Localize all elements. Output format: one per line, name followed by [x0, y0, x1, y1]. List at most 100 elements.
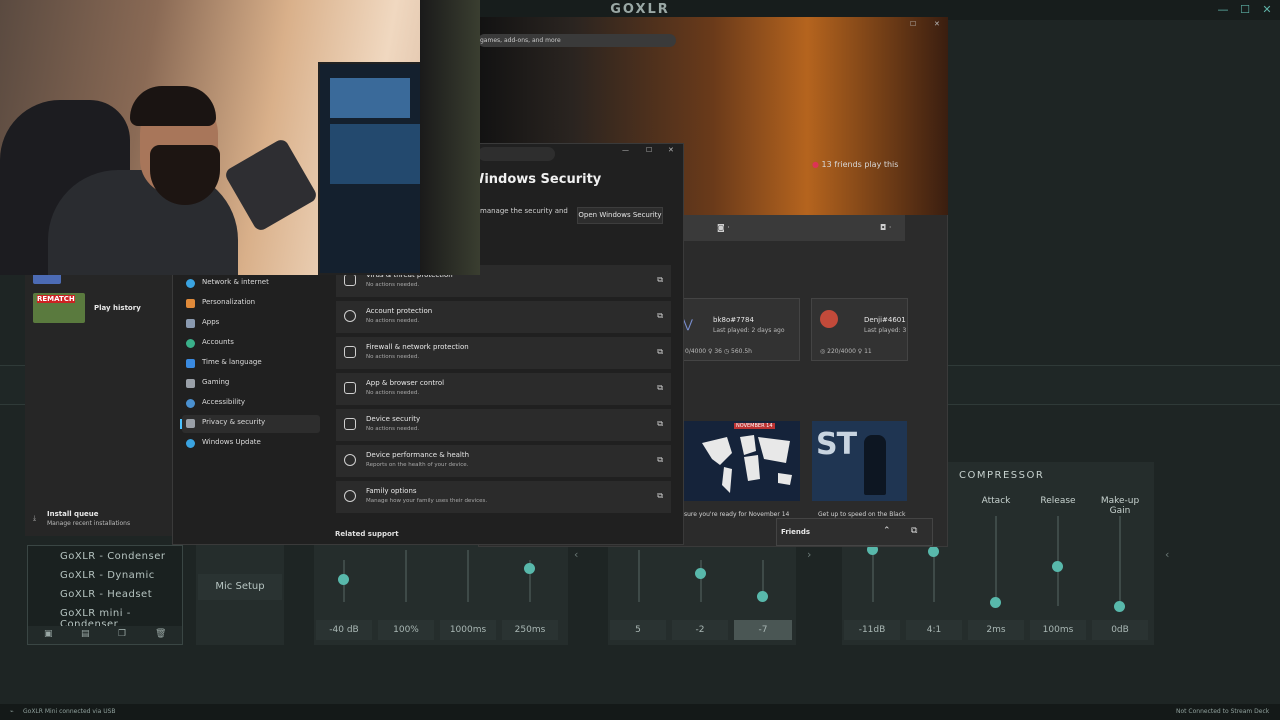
capture-icon[interactable]: ◘ ·: [880, 223, 891, 232]
popout-icon[interactable]: ⧉: [911, 526, 917, 536]
chevron-left-icon[interactable]: ‹: [1165, 548, 1169, 561]
gamepad-icon: [186, 379, 195, 388]
nav-accessibility[interactable]: Accessibility: [182, 395, 320, 413]
gate-release-value[interactable]: 250ms: [502, 620, 558, 640]
sec-close-icon[interactable]: ✕: [668, 146, 674, 154]
install-queue-title[interactable]: Install queue: [47, 510, 99, 518]
nav-label: Apps: [202, 318, 220, 326]
friends-bar[interactable]: Friends ⌃ ⧉: [776, 518, 933, 546]
compressor-makeup-value[interactable]: 0dB: [1092, 620, 1148, 640]
nav-windows-update[interactable]: Windows Update: [182, 435, 320, 453]
promo-image-world-map[interactable]: NOVEMBER 14: [682, 421, 800, 501]
chevron-right-icon[interactable]: ›: [807, 548, 811, 561]
external-link-icon[interactable]: ⧉: [657, 419, 663, 429]
device-performance-row[interactable]: Device performance & health Reports on th…: [336, 445, 671, 477]
sec-maximize-icon[interactable]: ☐: [646, 146, 652, 154]
nav-personalization[interactable]: Personalization: [182, 295, 320, 313]
slider-knob[interactable]: [928, 546, 939, 557]
family-options-row[interactable]: Family options Manage how your family use…: [336, 481, 671, 513]
mic-setup-button[interactable]: Mic Setup: [198, 574, 282, 600]
xbox-maximize-icon[interactable]: ☐: [910, 20, 916, 28]
slider-knob[interactable]: [1114, 601, 1125, 612]
delete-icon[interactable]: 🗑: [155, 629, 166, 639]
slider-knob[interactable]: [524, 563, 535, 574]
gate-attenuation-value[interactable]: 100%: [378, 620, 434, 640]
promo-caption: Get up to speed on the Black: [818, 511, 906, 518]
friend-gamertag: bk8o#7784: [713, 316, 754, 324]
nav-gaming[interactable]: Gaming: [182, 375, 320, 393]
gate-attack-value[interactable]: 1000ms: [440, 620, 496, 640]
external-link-icon[interactable]: ⧉: [657, 383, 663, 393]
external-link-icon[interactable]: ⧉: [657, 455, 663, 465]
save-icon[interactable]: ▣: [44, 629, 53, 639]
promo-image-soldier[interactable]: ST: [812, 421, 907, 501]
chevron-left-icon[interactable]: ‹: [574, 548, 578, 561]
promo-caption: sure you're ready for November 14: [684, 511, 790, 518]
shield-icon: [186, 419, 195, 428]
open-windows-security-button[interactable]: Open Windows Security: [577, 207, 663, 224]
accessibility-icon: [186, 399, 195, 408]
slider-knob[interactable]: [695, 568, 706, 579]
slider-track: [933, 550, 935, 602]
xbox-search-input[interactable]: games, add-ons, and more: [478, 34, 676, 47]
mic-profile-item[interactable]: GoXLR - Condenser: [60, 551, 165, 562]
rematch-logo: REMATCH: [37, 295, 75, 303]
compressor-threshold-value[interactable]: -11dB: [844, 620, 900, 640]
gate-threshold-value[interactable]: -40 dB: [316, 620, 372, 640]
camera-icon[interactable]: ◙ ·: [717, 223, 730, 232]
external-link-icon[interactable]: ⧉: [657, 275, 663, 285]
row-subtitle: No actions needed.: [366, 426, 420, 432]
firewall-row[interactable]: Firewall & network protection No actions …: [336, 337, 671, 369]
friend-card[interactable]: ⋁ bk8o#7784 Last played: 2 days ago 0/40…: [682, 298, 800, 361]
new-file-icon[interactable]: ▤: [81, 629, 90, 639]
compressor-attack-value[interactable]: 2ms: [968, 620, 1024, 640]
eq-value[interactable]: -7: [734, 620, 792, 640]
mic-profile-item[interactable]: GoXLR - Dynamic: [60, 570, 155, 581]
nav-privacy-security[interactable]: Privacy & security: [180, 415, 320, 433]
nav-label: Accounts: [202, 338, 234, 346]
nav-network[interactable]: Network & internet: [182, 275, 320, 293]
mic-profile-item[interactable]: GoXLR - Headset: [60, 589, 152, 600]
row-title: App & browser control: [366, 379, 445, 387]
external-link-icon[interactable]: ⧉: [657, 491, 663, 501]
nav-label: Privacy & security: [202, 418, 266, 426]
stream-deck-status: Not Connected to Stream Deck: [1176, 708, 1270, 715]
friend-card[interactable]: Denji#4601 Last played: 3 ◎ 220/4000 ♀ 1…: [811, 298, 908, 361]
nav-apps[interactable]: Apps: [182, 315, 320, 333]
eq-value[interactable]: 5: [610, 620, 666, 640]
related-support-heading: Related support: [335, 530, 399, 538]
close-button[interactable]: ✕: [1259, 2, 1275, 18]
compressor-title: COMPRESSOR: [959, 470, 1045, 481]
play-history-thumbnail[interactable]: REMATCH: [33, 293, 85, 323]
xbox-close-icon[interactable]: ✕: [934, 20, 940, 28]
eq-value[interactable]: -2: [672, 620, 728, 640]
family-icon: [344, 490, 356, 502]
external-link-icon[interactable]: ⧉: [657, 347, 663, 357]
webcam-overlay: [0, 0, 480, 275]
account-protection-row[interactable]: Account protection No actions needed. ⧉: [336, 301, 671, 333]
external-link-icon[interactable]: ⧉: [657, 311, 663, 321]
copy-icon[interactable]: ❐: [118, 629, 126, 639]
slider-knob[interactable]: [1052, 561, 1063, 572]
app-browser-control-row[interactable]: App & browser control No actions needed. ⧉: [336, 373, 671, 405]
play-history-label[interactable]: Play history: [94, 304, 141, 312]
update-icon: [186, 439, 195, 448]
slider-track: [700, 560, 702, 602]
maximize-button[interactable]: ☐: [1237, 2, 1253, 18]
minimize-button[interactable]: —: [1215, 2, 1231, 18]
slider-knob[interactable]: [338, 574, 349, 585]
settings-search-input[interactable]: [478, 147, 555, 161]
slider-knob[interactable]: [757, 591, 768, 602]
chevron-up-icon[interactable]: ⌃: [883, 526, 891, 536]
compressor-release-value[interactable]: 100ms: [1030, 620, 1086, 640]
sec-minimize-icon[interactable]: —: [622, 146, 629, 154]
slider-knob[interactable]: [990, 597, 1001, 608]
nav-time-language[interactable]: Time & language: [182, 355, 320, 373]
compressor-ratio-value[interactable]: 4:1: [906, 620, 962, 640]
nav-accounts[interactable]: Accounts: [182, 335, 320, 353]
device-security-row[interactable]: Device security No actions needed. ⧉: [336, 409, 671, 441]
row-subtitle: No actions needed.: [366, 390, 420, 396]
friend-stats: 0/4000 ♀ 36 ◷ 560.5h: [685, 348, 752, 355]
browser-icon: [344, 382, 356, 394]
friends-play-label: ● 13 friends play this: [812, 160, 898, 169]
